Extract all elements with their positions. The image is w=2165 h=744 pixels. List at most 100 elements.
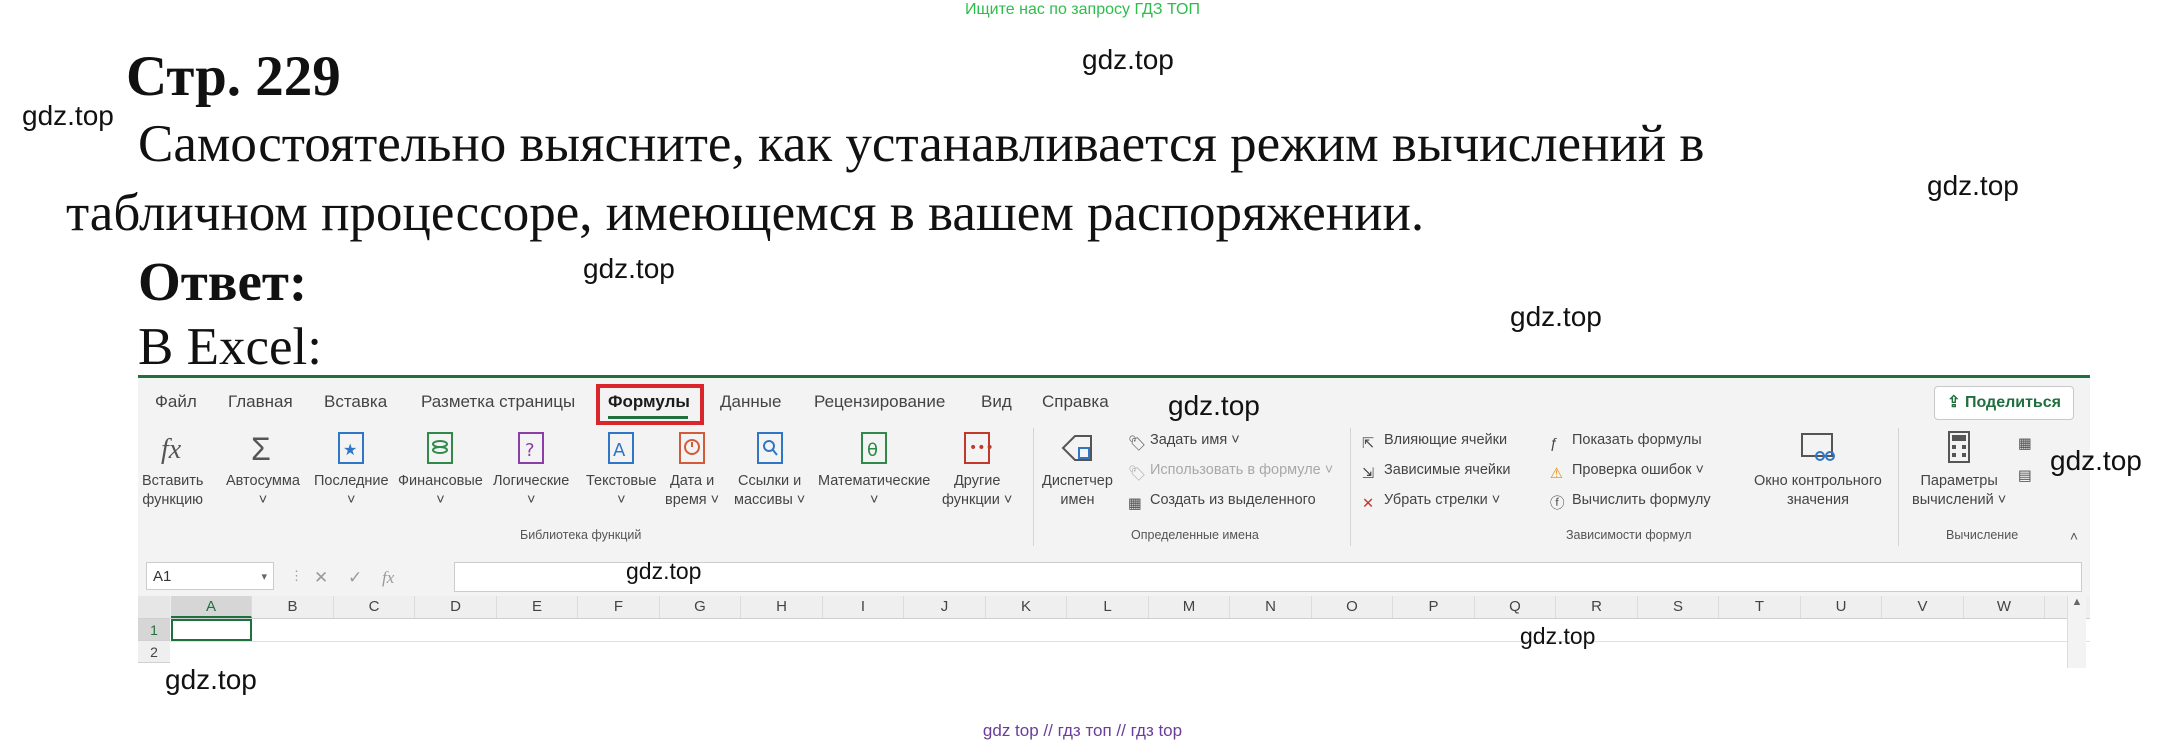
column-header[interactable]: O: [1312, 596, 1393, 618]
column-header[interactable]: F: [579, 596, 660, 618]
column-header[interactable]: A: [171, 596, 252, 618]
lookup-book-icon: [756, 432, 783, 464]
text-functions-button[interactable]: A Текстовые ˅: [586, 428, 657, 510]
math-functions-button[interactable]: θ Математические ˅: [818, 428, 930, 510]
column-header[interactable]: I: [823, 596, 904, 618]
tab-insert[interactable]: Вставка: [324, 392, 387, 412]
ribbon-tabs: Файл Главная Вставка Разметка страницы Ф…: [138, 378, 2090, 428]
trace-precedents-button[interactable]: ⇱ Влияющие ячейки: [1362, 432, 1507, 454]
insert-function-button[interactable]: fx Вставить функцию: [142, 428, 203, 510]
financial-functions-button[interactable]: Финансовые ˅: [398, 428, 483, 510]
column-header[interactable]: M: [1149, 596, 1230, 618]
name-box[interactable]: A1 ▾: [146, 562, 274, 590]
enter-icon[interactable]: ✓: [348, 568, 362, 588]
calculation-options-button[interactable]: Параметры вычислений ˅: [1912, 428, 2006, 510]
insert-function-icon[interactable]: fx: [382, 568, 394, 588]
calculate-now-icon[interactable]: ▦: [2018, 436, 2032, 452]
top-banner[interactable]: Ищите нас по запросу ГДЗ ТОП: [0, 1, 2165, 19]
tag-icon: [1062, 435, 1093, 461]
vertical-scrollbar[interactable]: ▲: [2067, 596, 2086, 668]
column-header[interactable]: J: [905, 596, 986, 618]
column-header[interactable]: N: [1231, 596, 1312, 618]
remove-arrows-button[interactable]: ✕ Убрать стрелки ˅: [1362, 492, 1500, 514]
spreadsheet-grid: ABCDEFGHIJKLMNOPQRSTUVW 1 2 ▲: [138, 596, 2090, 668]
warning-icon: ⚠: [1550, 466, 1563, 482]
column-header[interactable]: D: [416, 596, 497, 618]
group-label-formula-auditing: Зависимости формул: [1566, 528, 1692, 542]
watermark: gdz.top: [165, 664, 257, 695]
watermark: gdz.top: [1510, 301, 1602, 332]
use-in-formula-button[interactable]: 🏷 Использовать в формуле ˅: [1128, 462, 1333, 483]
selected-cell[interactable]: [171, 619, 252, 641]
clock-book-icon: [679, 432, 706, 464]
group-separator: [1350, 428, 1351, 546]
select-all-corner[interactable]: [138, 596, 170, 618]
share-button[interactable]: ⇪ Поделиться: [1934, 386, 2074, 420]
watermark: gdz.top: [1520, 623, 1596, 649]
more-functions-button[interactable]: ••• Другие функции ˅: [942, 428, 1012, 510]
error-checking-button[interactable]: ⚠ Проверка ошибок ˅: [1550, 462, 1704, 484]
column-header[interactable]: P: [1394, 596, 1475, 618]
create-from-selection-button[interactable]: ▦ Создать из выделенного: [1128, 492, 1316, 514]
tab-highlight-frame: [596, 384, 704, 425]
page-title: Стр. 229: [126, 45, 341, 108]
cancel-icon[interactable]: ✕: [314, 568, 328, 588]
column-header[interactable]: W: [1964, 596, 2045, 618]
tab-help[interactable]: Справка: [1042, 392, 1109, 412]
watch-window-button[interactable]: Окно контрольного значения: [1754, 428, 1882, 510]
tab-page-layout[interactable]: Разметка страницы: [421, 392, 575, 412]
column-header[interactable]: V: [1883, 596, 1964, 618]
group-separator: [1898, 428, 1899, 546]
svg-text:θ: θ: [867, 440, 878, 461]
formula-bar: A1 ▾ ⋮ ✕ ✓ fx: [138, 556, 2090, 596]
collapse-ribbon-icon[interactable]: ˄: [2070, 528, 2078, 544]
logical-functions-button[interactable]: ? Логические ˅: [493, 428, 569, 510]
recent-functions-button[interactable]: ★ Последние ˅: [314, 428, 389, 510]
name-manager-button[interactable]: Диспетчер имен: [1042, 428, 1113, 510]
evaluate-formula-button[interactable]: ⓕ Вычислить формулу: [1550, 492, 1711, 512]
question-line-1: Самостоятельно выясните, как устанавлива…: [138, 115, 1705, 173]
row-header[interactable]: 2: [138, 641, 170, 663]
column-header[interactable]: K: [986, 596, 1067, 618]
show-formulas-button[interactable]: ƒ Показать формулы: [1550, 432, 1702, 454]
tab-file[interactable]: Файл: [155, 392, 197, 412]
trace-precedents-icon: ⇱: [1362, 436, 1375, 452]
lookup-functions-button[interactable]: Ссылки и массивы ˅: [734, 428, 805, 510]
more-options-icon: ⋮: [290, 568, 303, 583]
tab-review[interactable]: Рецензирование: [814, 392, 945, 412]
column-header[interactable]: B: [253, 596, 334, 618]
column-header[interactable]: H: [742, 596, 823, 618]
column-header[interactable]: G: [660, 596, 741, 618]
trace-dependents-button[interactable]: ⇲ Зависимые ячейки: [1362, 462, 1510, 484]
define-name-button[interactable]: 🏷 Задать имя ˅: [1128, 432, 1240, 453]
datetime-functions-button[interactable]: Дата и время ˅: [665, 428, 719, 510]
grid-small-icon: ▦: [1128, 496, 1142, 512]
row-header[interactable]: 1: [138, 619, 170, 641]
calculate-sheet-icon[interactable]: ▤: [2018, 468, 2032, 484]
ribbon: fx Вставить функцию Σ Автосумма ˅ ★ Послед…: [138, 428, 2090, 552]
tab-view[interactable]: Вид: [981, 392, 1012, 412]
watermark: gdz.top: [626, 558, 702, 584]
tag-small-icon: 🏷: [1128, 436, 1147, 452]
column-header[interactable]: U: [1801, 596, 1882, 618]
footer-links[interactable]: gdz top // гдз топ // гдз top: [0, 721, 2165, 741]
column-header[interactable]: L: [1068, 596, 1149, 618]
answer-text: В Excel:: [138, 318, 322, 376]
tab-home[interactable]: Главная: [228, 392, 293, 412]
column-header[interactable]: R: [1557, 596, 1638, 618]
autosum-button[interactable]: Σ Автосумма ˅: [226, 428, 300, 510]
scroll-up-icon[interactable]: ▲: [2072, 596, 2083, 608]
chevron-down-icon: ▾: [261, 571, 267, 583]
tab-data[interactable]: Данные: [720, 392, 781, 412]
column-header[interactable]: C: [334, 596, 415, 618]
column-header[interactable]: T: [1720, 596, 1801, 618]
question-book-icon: ?: [518, 432, 545, 464]
column-header[interactable]: E: [497, 596, 578, 618]
column-header[interactable]: S: [1638, 596, 1719, 618]
group-label-defined-names: Определенные имена: [1131, 528, 1259, 542]
glasses-window-icon: [1800, 433, 1835, 461]
remove-arrows-icon: ✕: [1362, 496, 1375, 512]
group-label-function-library: Библиотека функций: [520, 528, 642, 542]
column-header[interactable]: Q: [1475, 596, 1556, 618]
svg-text:Σ: Σ: [251, 431, 271, 467]
